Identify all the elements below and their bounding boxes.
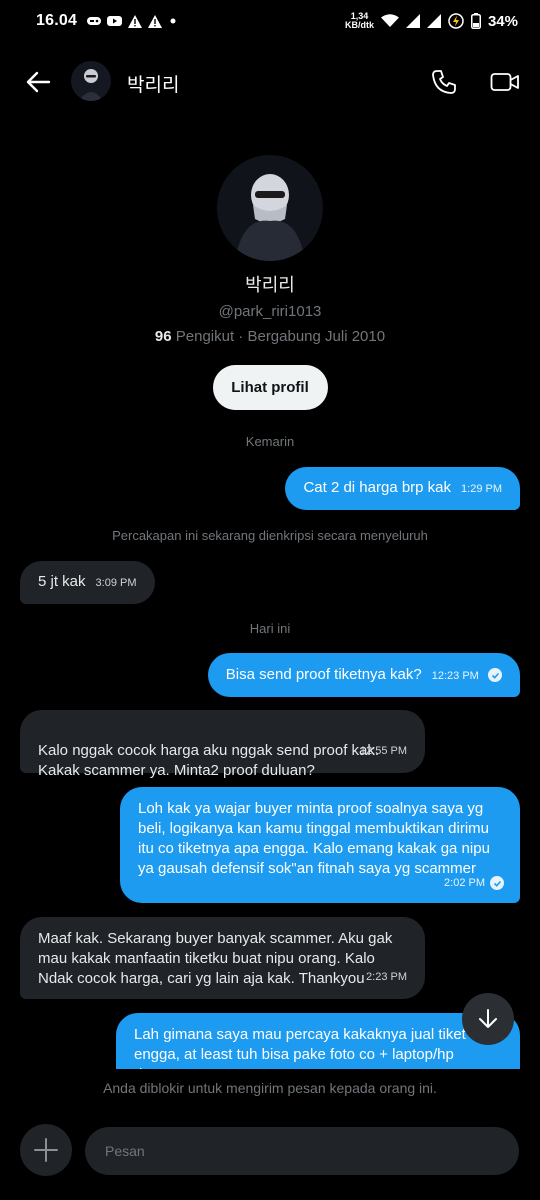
- more-notifications-dot-icon: [170, 18, 176, 24]
- message-text: Loh kak ya wajar buyer minta proof soaln…: [138, 800, 490, 877]
- add-attachment-button[interactable]: [20, 1124, 72, 1176]
- read-receipt-check-icon: [490, 876, 504, 890]
- youtube-icon: [107, 16, 123, 26]
- wifi-icon: [380, 14, 399, 27]
- message-bubble-incoming[interactable]: Maaf kak. Sekarang buyer banyak scammer.…: [20, 917, 425, 999]
- profile-name: 박리리: [245, 275, 295, 295]
- message-time: 2:23 PM: [366, 971, 407, 983]
- back-arrow-icon[interactable]: [24, 68, 52, 96]
- message-bubble-incoming[interactable]: Kalo nggak cocok harga aku nggak send pr…: [20, 710, 425, 779]
- battery-percentage: 34%: [487, 12, 518, 30]
- notification-icons: [87, 14, 178, 28]
- plus-icon: [34, 1138, 58, 1162]
- message-time: 3:09 PM: [95, 577, 137, 589]
- conversation-header: 박리리: [0, 52, 540, 112]
- profile-handle: @park_riri1013: [218, 303, 322, 320]
- message-bubble-outgoing[interactable]: Loh kak ya wajar buyer minta proof soaln…: [120, 787, 520, 903]
- profile-avatar[interactable]: [217, 155, 323, 261]
- status-bar: 16.04 1,34 KB/dtk 34%: [0, 0, 540, 42]
- read-receipt-check-icon: [488, 668, 502, 683]
- message-text: Maaf kak. Sekarang buyer banyak scammer.…: [38, 930, 393, 987]
- message-text: Bisa send proof tiketnya kak?: [225, 666, 422, 683]
- charging-icon: [448, 13, 464, 29]
- contact-name[interactable]: 박리리: [127, 70, 179, 97]
- battery-icon: [470, 13, 481, 29]
- message-bubble-outgoing[interactable]: Cat 2 di harga brp kak 1:29 PM: [285, 467, 520, 510]
- warning-icon: [128, 14, 143, 28]
- game-controller-icon: [87, 17, 102, 25]
- message-text: Kalo nggak cocok harga aku nggak send pr…: [38, 742, 380, 779]
- message-time: 2:02 PM: [444, 877, 485, 889]
- profile-card: 박리리 @park_riri1013 96 Pengikut · Bergabu…: [0, 155, 540, 410]
- profile-meta: 96 Pengikut · Bergabung Juli 2010: [0, 328, 540, 345]
- phone-icon[interactable]: [430, 68, 458, 96]
- signal-icon: [405, 14, 420, 28]
- message-text: 5 jt kak: [38, 573, 86, 590]
- status-time: 16.04: [36, 12, 78, 29]
- date-separator-yesterday: Kemarin: [245, 434, 295, 449]
- avatar[interactable]: [71, 61, 111, 101]
- followers-count: 96: [154, 328, 172, 345]
- blocked-notice: Anda diblokir untuk mengirim pesan kepad…: [0, 1069, 540, 1109]
- warning-icon: [148, 14, 163, 28]
- message-time: 12:23 PM: [431, 670, 479, 682]
- message-bubble-incoming[interactable]: 5 jt kak 3:09 PM: [20, 561, 155, 604]
- scroll-to-bottom-button[interactable]: [462, 993, 514, 1045]
- video-camera-icon[interactable]: [490, 68, 520, 96]
- followers-joined-label: Pengikut · Bergabung Juli 2010: [175, 328, 386, 345]
- network-speed: 1,34 KB/dtk: [345, 12, 374, 30]
- date-separator-today: Hari ini: [249, 621, 291, 636]
- message-bubble-outgoing[interactable]: Bisa send proof tiketnya kak? 12:23 PM: [207, 653, 520, 697]
- message-meta: 2:02 PM: [434, 873, 504, 893]
- message-time: 12:55 PM: [359, 745, 407, 757]
- message-time: 1:29 PM: [461, 483, 502, 495]
- view-profile-button[interactable]: Lihat profil: [212, 365, 328, 410]
- message-input[interactable]: [85, 1127, 519, 1175]
- signal-icon: [426, 14, 441, 28]
- arrow-down-icon: [479, 1009, 497, 1028]
- message-text: Cat 2 di harga brp kak: [303, 479, 452, 496]
- encryption-notice: Percakapan ini sekarang dienkripsi secar…: [112, 528, 428, 543]
- network-speed-unit: KB/dtk: [344, 20, 374, 30]
- message-composer: [0, 1124, 540, 1176]
